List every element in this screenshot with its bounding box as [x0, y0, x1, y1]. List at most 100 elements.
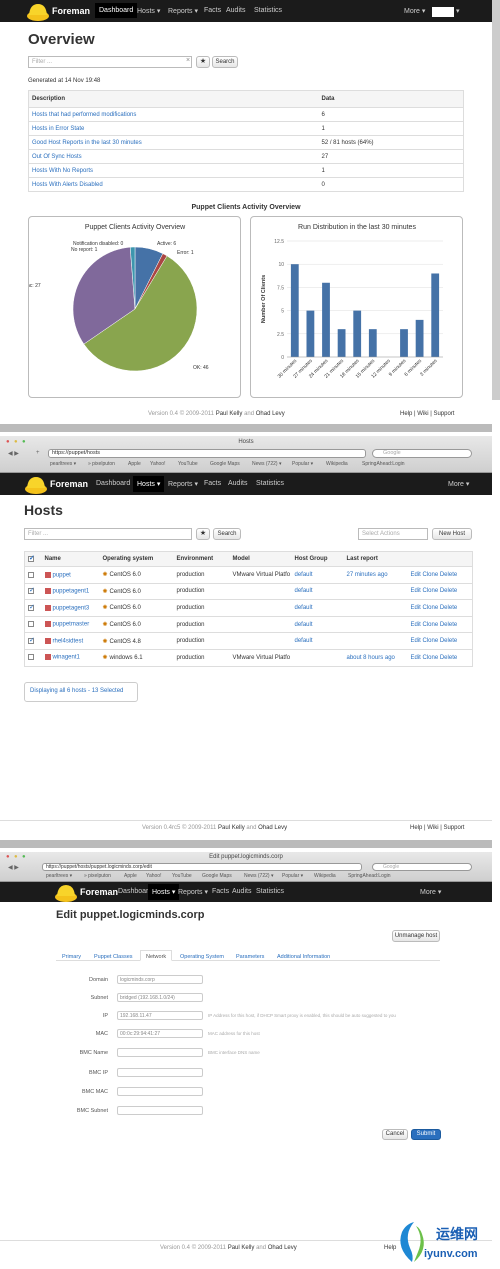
tab-operating-system[interactable]: Operating System — [180, 954, 224, 960]
author-link[interactable]: Paul Kelly — [228, 1245, 255, 1251]
host-group-link[interactable]: default — [291, 599, 344, 617]
host-group-link[interactable]: default — [291, 615, 344, 633]
col-environment[interactable]: Environment — [173, 551, 230, 567]
overview-row-label[interactable]: Hosts that had performed modifications — [28, 107, 319, 122]
author-link[interactable]: Ohad Levy — [256, 411, 285, 417]
overview-row-label[interactable]: Hosts With Alerts Disabled — [28, 177, 319, 192]
clear-icon[interactable]: × — [186, 57, 190, 64]
nav-more[interactable]: More ▾ — [420, 888, 441, 896]
cancel-button[interactable]: Cancel — [382, 1129, 408, 1140]
author-link[interactable]: Paul Kelly — [216, 411, 243, 417]
host-group-link[interactable]: default — [291, 582, 344, 600]
bookmark-item[interactable]: News (722) ▾ — [252, 461, 281, 467]
nav-facts[interactable]: Facts — [204, 480, 221, 487]
host-checkbox[interactable] — [24, 615, 42, 633]
footer-links-1[interactable]: Help | Wiki | Support — [400, 411, 454, 417]
host-last-report-link[interactable] — [343, 615, 408, 633]
tab-network[interactable]: Network — [146, 954, 166, 960]
host-actions[interactable]: Edit Clone Delete — [407, 566, 473, 584]
bookmark-item[interactable]: Apple — [128, 461, 141, 467]
author-link[interactable]: Ohad Levy — [258, 825, 287, 831]
col-last-report[interactable]: Last report — [343, 551, 408, 567]
nav-dashboard[interactable]: Dashboard — [96, 480, 130, 487]
bar[interactable] — [290, 264, 299, 357]
search-button[interactable]: Search — [212, 56, 238, 68]
host-name-cell[interactable]: puppet — [41, 566, 100, 584]
bookmark-item[interactable]: YouTube — [172, 873, 192, 879]
host-name-link[interactable]: winagent1 — [53, 655, 80, 661]
host-checkbox[interactable] — [24, 566, 42, 584]
filter-input[interactable]: Filter ... — [24, 528, 192, 540]
bookmark-item[interactable]: Google Maps — [202, 873, 232, 879]
scrollbar-1[interactable] — [492, 0, 500, 400]
subnet-select[interactable]: bridged (192.168.1.0/24) — [117, 993, 203, 1002]
bmc-name-field[interactable] — [117, 1048, 203, 1057]
nav-more[interactable]: More ▾ — [404, 7, 425, 15]
bar[interactable] — [306, 310, 315, 357]
nav-audits[interactable]: Audits — [232, 888, 251, 895]
bookmark-item[interactable]: News (722) ▾ — [244, 873, 273, 879]
bookmark-item[interactable]: Google Maps — [210, 461, 240, 467]
author-link[interactable]: Ohad Levy — [268, 1245, 297, 1251]
bookmark-item[interactable]: » pixelputon — [88, 461, 115, 467]
col-name[interactable]: Name — [41, 551, 100, 567]
bookmark-item[interactable]: SpringAhead:Login — [348, 873, 391, 879]
host-name-cell[interactable]: puppetagent1 — [41, 582, 100, 600]
bookmark-item[interactable]: Popular ▾ — [292, 461, 313, 467]
brand-name[interactable]: Foreman — [80, 887, 118, 897]
footer-links-2[interactable]: Help | Wiki | Support — [410, 825, 464, 831]
bar[interactable] — [368, 329, 377, 357]
bar[interactable] — [415, 319, 424, 357]
horizontal-scrollbar-2[interactable] — [0, 840, 492, 848]
col-model[interactable]: Model — [229, 551, 292, 567]
host-checkbox[interactable] — [24, 599, 42, 617]
overview-row-label[interactable]: Good Host Reports in the last 30 minutes — [28, 135, 319, 150]
bookmark-item[interactable]: Yahoo! — [150, 461, 165, 467]
host-name-cell[interactable]: puppetagent3 — [41, 599, 100, 617]
col-os[interactable]: Operating system — [99, 551, 174, 567]
host-actions[interactable]: Edit Clone Delete — [407, 599, 473, 617]
host-group-link[interactable]: default — [291, 632, 344, 650]
bookmark-item[interactable]: Wikipedia — [314, 873, 336, 879]
author-link[interactable]: Paul Kelly — [218, 825, 245, 831]
host-actions[interactable]: Edit Clone Delete — [407, 615, 473, 633]
host-actions[interactable]: Edit Clone Delete — [407, 582, 473, 600]
bookmark-item[interactable]: Popular ▾ — [282, 873, 303, 879]
overview-row-label[interactable]: Out Of Sync Hosts — [28, 149, 319, 164]
bookmark-item[interactable]: » pixelputon — [84, 873, 111, 879]
bar[interactable] — [400, 329, 408, 357]
user-menu[interactable] — [432, 7, 454, 17]
browser-search-field[interactable]: Google — [372, 449, 472, 458]
select-actions-dropdown[interactable]: Select Actions — [358, 528, 428, 540]
bar[interactable] — [322, 282, 330, 357]
mac-field[interactable]: 00:0c:29:94:41:27 — [117, 1029, 203, 1038]
host-last-report-link[interactable] — [343, 632, 408, 650]
bmc-mac-field[interactable] — [117, 1087, 203, 1096]
url-field[interactable]: https://puppet/hosts — [48, 449, 366, 458]
url-field[interactable]: https://puppet/hosts/puppet.logicminds.c… — [42, 863, 362, 871]
nav-hosts[interactable]: Hosts ▾ — [133, 476, 165, 492]
host-actions[interactable]: Edit Clone Delete — [407, 648, 473, 667]
host-checkbox[interactable] — [24, 632, 42, 650]
nav-audits[interactable]: Audits — [226, 7, 245, 14]
bookmark-item[interactable]: Yahoo! — [146, 873, 161, 879]
overview-row-label[interactable]: Hosts With No Reports — [28, 163, 319, 178]
bookmark-star-icon[interactable]: ★ — [196, 528, 210, 540]
select-all-checkbox[interactable] — [24, 551, 42, 567]
submit-button[interactable]: Submit — [411, 1129, 441, 1140]
bmc-subnet-select[interactable] — [117, 1106, 203, 1115]
ip-field[interactable]: 192.168.11.47 — [117, 1011, 203, 1020]
bookmark-item[interactable]: Apple — [124, 873, 137, 879]
col-host-group[interactable]: Host Group — [291, 551, 344, 567]
nav-reports[interactable]: Reports ▾ — [168, 7, 198, 15]
nav-audits[interactable]: Audits — [228, 480, 247, 487]
bookmark-item[interactable]: YouTube — [178, 461, 198, 467]
host-name-link[interactable]: rhel4sidtest — [53, 638, 84, 644]
bookmark-item[interactable]: SpringAhead:Login — [362, 461, 405, 467]
browser-search-field[interactable]: Google — [372, 863, 472, 871]
filter-input[interactable]: Filter ... — [28, 56, 192, 68]
host-name-link[interactable]: puppetagent1 — [53, 589, 90, 595]
chevron-down-icon[interactable]: ▾ — [456, 7, 460, 15]
host-group-link[interactable] — [291, 648, 344, 667]
back-forward-icon[interactable]: ◀ ▶ — [8, 864, 19, 871]
